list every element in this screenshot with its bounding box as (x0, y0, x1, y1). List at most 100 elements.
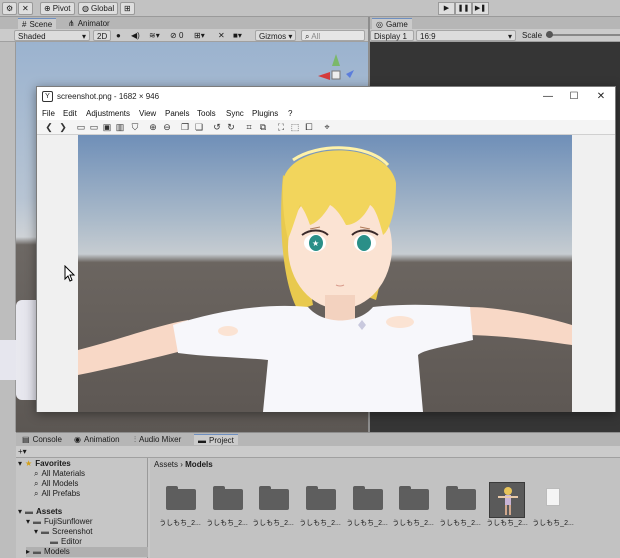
menu-plugins[interactable]: Plugins (252, 108, 278, 119)
menu-sync[interactable]: Sync (226, 108, 244, 119)
save-button[interactable]: ▣ (101, 121, 113, 133)
tree-row[interactable]: ▾ ▬ FujiSunflower (26, 517, 92, 527)
play-button[interactable]: ▶ (438, 2, 455, 15)
tab-animator[interactable]: ⋔ Animator (64, 18, 114, 29)
folder-open-icon: ▭ (76, 122, 86, 132)
tree-row[interactable]: ▾ ★ Favorites (18, 459, 71, 469)
tree-row-selected[interactable]: ▸ ▬ Models (26, 547, 148, 557)
paste-icon: ❏ (194, 122, 204, 132)
aspect-dropdown[interactable]: 16:9 ▾ (416, 30, 516, 41)
tree-row[interactable]: ▾ ▬ Screenshot (34, 527, 92, 537)
pivot-button[interactable]: ⊕ Pivot (40, 2, 75, 15)
scale-slider-handle[interactable] (546, 31, 553, 38)
folder-icon: ▬ (41, 527, 50, 536)
gizmo-x-axis[interactable] (318, 72, 330, 80)
viewer-title-bar[interactable]: Y screenshot.png - 1682 × 946 — ☐ ✕ (37, 87, 615, 107)
audio-toggle[interactable]: ◀) (131, 30, 140, 41)
expand-arrow-icon[interactable]: ▾ (18, 459, 22, 469)
tree-row[interactable]: ⌕ All Materials (34, 469, 85, 479)
menu-tools[interactable]: Tools (197, 108, 216, 119)
play-icon: ▶ (443, 5, 450, 12)
shirt (173, 304, 473, 412)
fit-width-button[interactable]: ⬚ (289, 121, 301, 133)
create-button[interactable]: +▾ (18, 446, 27, 457)
global-button[interactable]: ◍ Global (78, 2, 119, 15)
resize-button[interactable]: ⧉ (257, 121, 269, 133)
delete-button[interactable]: ▥ (114, 121, 126, 133)
close-button[interactable]: ✕ (590, 89, 612, 105)
breadcrumb: Assets › Models (154, 460, 213, 469)
menu-help[interactable]: ? (288, 108, 292, 119)
expand-arrow-icon[interactable]: ▸ (26, 547, 30, 557)
breadcrumb-models[interactable]: Models (185, 460, 213, 469)
camera-dropdown[interactable]: ■▾ (233, 30, 242, 41)
hidden-objects-toggle[interactable]: ⊘ 0 (170, 30, 183, 41)
resize-icon: ⧉ (259, 122, 267, 132)
minimize-button[interactable]: — (537, 89, 559, 105)
tab-audio-mixer[interactable]: ⫶ Audio Mixer (130, 434, 185, 445)
menu-file[interactable]: File (42, 108, 55, 119)
rotate-left-button[interactable]: ↺ (211, 121, 223, 133)
gizmo-center[interactable] (331, 70, 341, 80)
lighting-toggle[interactable]: ● (116, 30, 121, 41)
hand-tool-button[interactable]: ⚙ (2, 2, 18, 15)
location-button[interactable]: ⌖ (321, 121, 333, 133)
shading-mode-dropdown[interactable]: Shaded ▾ (14, 30, 90, 41)
pause-button[interactable]: ❚❚ (455, 2, 472, 15)
zoom-in-button[interactable]: ⊕ (147, 121, 159, 133)
tools-toggle[interactable]: ✕ (218, 30, 225, 41)
menu-panels[interactable]: Panels (165, 108, 189, 119)
viewer-canvas[interactable]: ★ (37, 135, 615, 412)
zoom-out-button[interactable]: ⊖ (161, 121, 173, 133)
tab-animation[interactable]: ◉ Animation (70, 434, 124, 445)
snap-button[interactable]: ⊞ (120, 2, 135, 15)
tab-console[interactable]: ▤ Console (18, 434, 66, 445)
menu-view[interactable]: View (139, 108, 156, 119)
paste-button[interactable]: ❏ (193, 121, 205, 133)
fit-button[interactable]: ⛶ (275, 121, 287, 133)
tab-game[interactable]: ◎ Game (372, 18, 412, 29)
copy-button[interactable]: ❐ (179, 121, 191, 133)
shading-mode-value: Shaded (18, 32, 46, 41)
expand-arrow-icon[interactable]: ▾ (18, 507, 22, 517)
tree-row[interactable]: ▾ ▬ Assets (18, 507, 62, 517)
2d-toggle[interactable]: 2D (93, 30, 112, 41)
tree-row[interactable]: ⌕ All Prefabs (34, 489, 80, 499)
viewer-toolbar: ❮ ❯ ▭ ▭ ▣ ▥ ⛉ ⊕ ⊖ ❐ ❏ ↺ ↻ ⌗ ⧉ ⛶ ⬚ ⧠ ⌖ (37, 120, 615, 135)
tab-project[interactable]: ▬ Project (194, 434, 238, 445)
display-dropdown[interactable]: Display 1 (370, 30, 414, 41)
crop-button[interactable]: ⌗ (243, 121, 255, 133)
filter-button[interactable]: ⛉ (129, 121, 141, 133)
rotate-right-button[interactable]: ↻ (225, 121, 237, 133)
tab-scene[interactable]: # Scene (18, 18, 57, 29)
tree-label: All Materials (41, 469, 86, 478)
forward-button[interactable]: ❯ (57, 121, 69, 133)
grid-dropdown[interactable]: ⊞▾ (194, 30, 205, 41)
gizmos-dropdown[interactable]: Gizmos ▾ (255, 30, 297, 41)
tree-row[interactable]: ▬ Editor (50, 537, 82, 547)
scene-search-input[interactable]: ⌕ All (301, 30, 365, 41)
effects-dropdown[interactable]: ≋▾ (149, 30, 160, 41)
step-button[interactable]: ▶❚ (472, 2, 489, 15)
breadcrumb-assets[interactable]: Assets (154, 460, 178, 469)
gizmo-y-axis[interactable] (332, 54, 340, 66)
menu-edit[interactable]: Edit (63, 108, 77, 119)
maximize-button[interactable]: ☐ (563, 89, 585, 105)
expand-arrow-icon[interactable]: ▾ (34, 527, 38, 537)
chevron-down-icon: ▾ (507, 32, 512, 41)
tree-row[interactable]: ⌕ All Models (34, 479, 78, 489)
transform-tool-button[interactable]: ✕ (18, 2, 33, 15)
camera-icon: ■▾ (233, 31, 242, 40)
back-button[interactable]: ❮ (43, 121, 55, 133)
scale-slider[interactable] (546, 31, 620, 38)
open-button[interactable]: ▭ (75, 121, 87, 133)
expand-arrow-icon[interactable]: ▾ (26, 517, 30, 527)
menu-adjustments[interactable]: Adjustments (86, 108, 130, 119)
map-pin-icon: ⌖ (324, 122, 330, 132)
image-viewer-window: Y screenshot.png - 1682 × 946 — ☐ ✕ File… (36, 86, 616, 412)
browse-button[interactable]: ▭ (88, 121, 100, 133)
asset-label: うしもち_2... (392, 520, 434, 527)
gizmo-z-axis[interactable] (346, 70, 354, 78)
actual-size-button[interactable]: ⧠ (303, 121, 315, 133)
asset-label: うしもち_2... (486, 520, 528, 527)
